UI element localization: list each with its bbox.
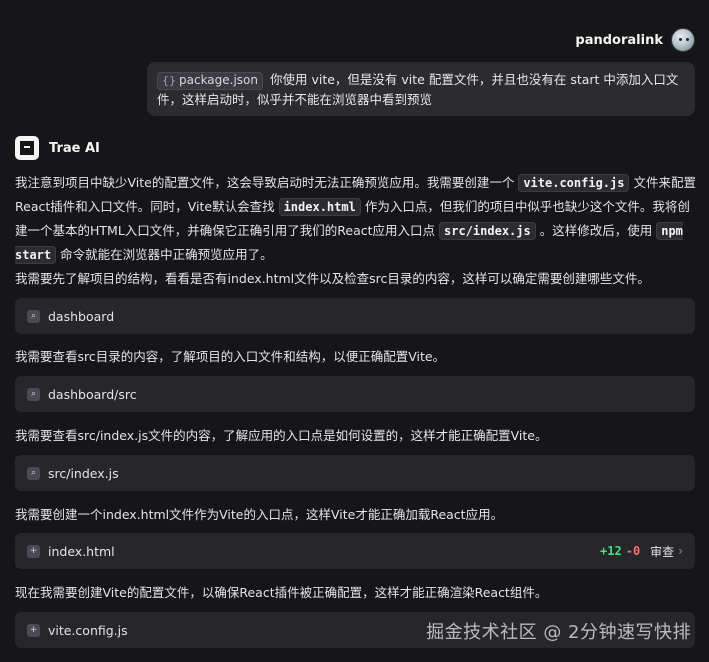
assistant-header: Trae AI [15,136,100,160]
tool-call-list-dir[interactable]: ⌕ dashboard/src [15,376,695,412]
file-reference-chip[interactable]: {} package.json [157,71,264,90]
tool-call-list-dir[interactable]: ⌕ dashboard [15,298,695,334]
step-text: 我需要查看src目录的内容，了解项目的入口文件和结构，以便正确配置Vite。 [15,349,446,364]
search-icon: ⌕ [27,466,40,480]
user-name: pandoralink [575,32,663,48]
deletions-count: -0 [625,544,641,558]
plus-icon: + [27,623,40,637]
diff-summary: +12 -0 审查 › [600,543,683,560]
intro-text: 。这样修改后，使用 [539,223,653,238]
watermark: 掘金技术社区 @ 2分钟速写快排 [426,622,691,643]
plus-icon: + [27,544,40,558]
code-vite-config: vite.config.js [518,174,630,192]
chevron-right-icon: › [678,544,683,558]
review-label: 审查 [650,544,675,559]
assistant-name: Trae AI [49,140,100,156]
step-text: 我需要查看src/index.js文件的内容，了解应用的入口点是如何设置的，这样… [15,428,548,443]
step-text: 现在我需要创建Vite的配置文件，以确保React插件被正确配置，这样才能正确渲… [15,585,548,600]
assistant-intro: 我注意到项目中缺少Vite的配置文件，这会导致启动时无法正确预览应用。我需要创建… [15,171,697,267]
tool-call-target: dashboard [48,308,115,324]
tool-call-view-file[interactable]: ⌕ src/index.js [15,455,695,491]
tool-call-target: src/index.js [48,465,119,481]
code-src-index: src/index.js [439,222,536,240]
step-text: 我需要创建一个index.html文件作为Vite的入口点，这样Vite才能正确… [15,507,504,522]
tool-call-create-file[interactable]: + index.html +12 -0 审查 › [15,533,695,569]
step-text: 我需要先了解项目的结构，看看是否有index.html文件以及检查src目录的内… [15,271,650,286]
tool-call-target: dashboard/src [48,386,137,402]
intro-text: 我注意到项目中缺少Vite的配置文件，这会导致启动时无法正确预览应用。我需要创建… [15,175,515,190]
tool-call-target: index.html [48,543,115,559]
intro-text: 命令就能在浏览器中正确预览应用了。 [60,247,273,262]
additions-count: +12 [600,544,622,558]
file-chip-label: package.json [179,73,259,87]
braces-icon: {} [162,74,176,87]
review-button[interactable]: 审查 › [650,543,683,560]
code-index-html: index.html [278,198,361,216]
search-icon: ⌕ [27,387,40,401]
user-avatar[interactable] [671,28,695,52]
user-header: pandoralink [575,28,695,52]
user-message-bubble: {} package.json 你使用 vite，但是没有 vite 配置文件，并… [147,62,695,116]
tool-call-target: vite.config.js [48,622,128,638]
search-icon: ⌕ [27,309,40,323]
trae-logo-icon [15,136,39,160]
